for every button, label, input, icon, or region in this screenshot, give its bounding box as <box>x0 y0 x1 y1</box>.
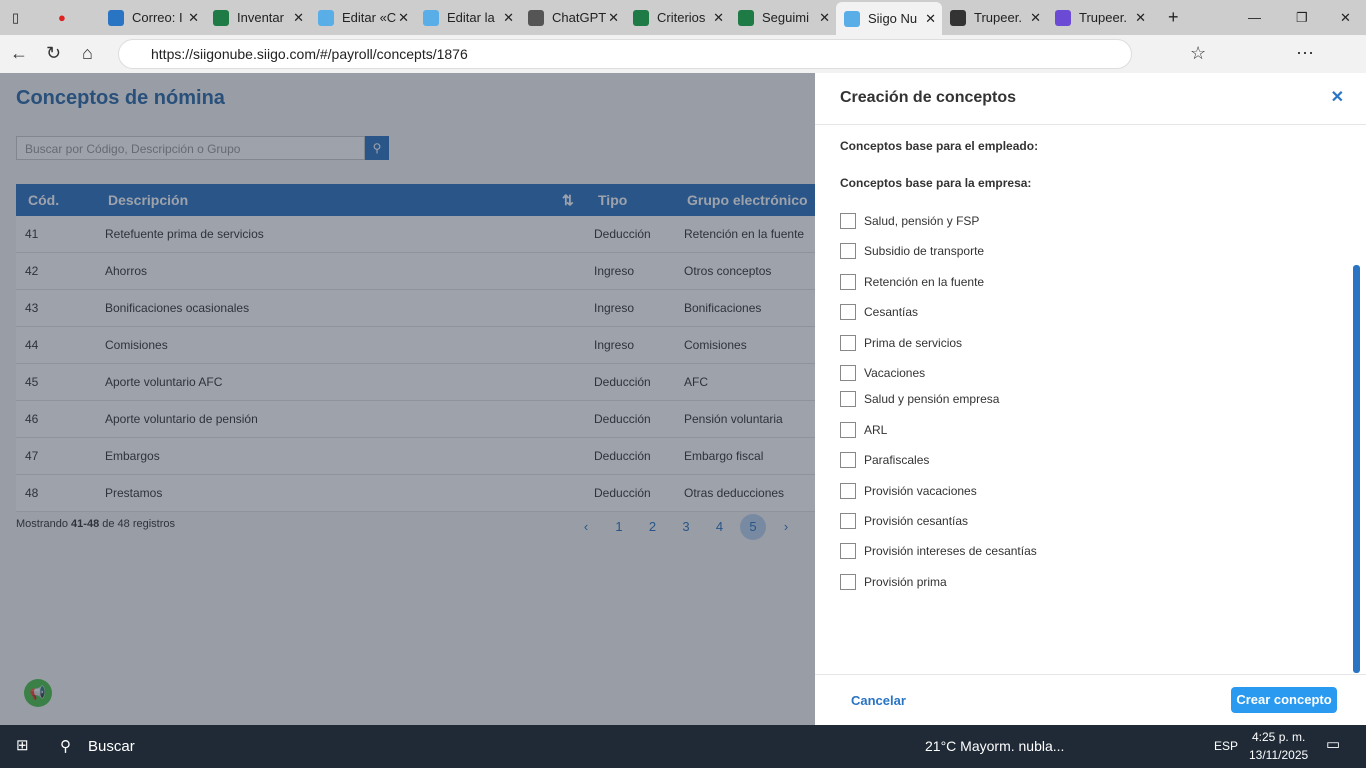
favorites-icon[interactable]: ☆ <box>1190 43 1206 64</box>
checkbox[interactable] <box>840 391 856 407</box>
page: Conceptos de nómina Buscar por Código, D… <box>0 73 1366 725</box>
close-tab-icon[interactable]: ✕ <box>713 10 724 26</box>
notifications-icon[interactable]: ▭ <box>1326 735 1340 753</box>
checkbox[interactable] <box>840 422 856 438</box>
concept-checkbox[interactable]: Cesantías <box>840 304 918 320</box>
home-icon[interactable]: ⌂ <box>82 43 93 64</box>
checkbox[interactable] <box>840 574 856 590</box>
clock-time[interactable]: 4:25 p. m. <box>1252 730 1305 744</box>
browser-tab[interactable]: Siigo Nu ✕ <box>836 2 942 35</box>
refresh-icon[interactable]: ↻ <box>46 43 61 64</box>
tab-favicon-icon <box>633 9 649 26</box>
back-icon[interactable]: ← <box>10 43 28 64</box>
close-tab-icon[interactable]: ✕ <box>503 10 514 26</box>
record-icon[interactable]: ● <box>50 4 66 31</box>
close-tab-icon[interactable]: ✕ <box>398 10 409 26</box>
concepts-list: Conceptos de nómina Buscar por Código, D… <box>0 73 816 725</box>
create-concept-panel: Creación de conceptos ✕ Conceptos base p… <box>815 73 1366 725</box>
concept-checkbox[interactable]: ARL <box>840 422 887 438</box>
tab-favicon-icon <box>423 9 439 26</box>
modal-overlay[interactable] <box>0 73 815 725</box>
address-bar-row: ← ↻ ⌂ https://siigonube.siigo.com/#/payr… <box>0 35 1366 73</box>
company-label: Conceptos base para la empresa: <box>840 176 1032 190</box>
new-tab-icon[interactable]: + <box>1160 4 1179 31</box>
browser-tab[interactable]: Trupeer. ✕ <box>1047 4 1152 31</box>
tab-favicon-icon <box>738 9 754 26</box>
browser-tab[interactable]: Correo: I ✕ <box>100 4 205 31</box>
browser-tab[interactable]: ChatGPT ✕ <box>520 4 625 31</box>
close-tab-icon[interactable]: ✕ <box>1030 10 1041 26</box>
concept-checkbox[interactable]: Provisión intereses de cesantías <box>840 543 1037 559</box>
search-icon[interactable]: ⚲ <box>60 737 71 755</box>
checkbox[interactable] <box>840 274 856 290</box>
weather[interactable]: 21°C Mayorm. nubla... <box>925 738 1064 754</box>
checkbox[interactable] <box>840 304 856 320</box>
tab-favicon-icon <box>1055 9 1071 26</box>
windows-start-icon[interactable]: ⊞ <box>16 736 29 754</box>
tab-favicon-icon <box>844 10 860 27</box>
browser-tab[interactable]: Trupeer. ✕ <box>942 4 1047 31</box>
concept-checkbox[interactable]: Salud y pensión empresa <box>840 391 999 407</box>
close-tab-icon[interactable]: ✕ <box>188 10 199 26</box>
tab-actions-icon[interactable]: ▯ <box>4 4 19 31</box>
concept-checkbox[interactable]: Provisión prima <box>840 574 947 590</box>
create-concept-button[interactable]: Crear concepto <box>1231 687 1337 713</box>
browser-tab[interactable]: Seguimi ✕ <box>730 4 836 31</box>
checkbox[interactable] <box>840 513 856 529</box>
panel-title: Creación de conceptos <box>840 89 1017 106</box>
close-window-icon[interactable]: ✕ <box>1332 4 1351 31</box>
close-tab-icon[interactable]: ✕ <box>925 11 936 27</box>
close-tab-icon[interactable]: ✕ <box>819 10 830 26</box>
tab-favicon-icon <box>950 9 966 26</box>
concept-checkbox[interactable]: Salud, pensión y FSP <box>840 213 979 229</box>
divider <box>815 124 1366 125</box>
taskbar-search[interactable]: Buscar <box>88 738 135 755</box>
checkbox[interactable] <box>840 452 856 468</box>
checkbox[interactable] <box>840 213 856 229</box>
close-icon[interactable]: ✕ <box>1331 87 1344 107</box>
browser-tab[interactable]: Editar la ✕ <box>415 4 520 31</box>
tab-favicon-icon <box>213 9 229 26</box>
concept-checkbox[interactable]: Subsidio de transporte <box>840 243 984 259</box>
concept-checkbox[interactable]: Parafiscales <box>840 452 929 468</box>
concept-checkbox[interactable]: Provisión cesantías <box>840 513 968 529</box>
concept-checkbox[interactable]: Prima de servicios <box>840 335 962 351</box>
minimize-icon[interactable]: — <box>1240 4 1261 31</box>
tab-favicon-icon <box>318 9 334 26</box>
checkbox[interactable] <box>840 243 856 259</box>
close-tab-icon[interactable]: ✕ <box>608 10 619 26</box>
browser-tab[interactable]: Inventar ✕ <box>205 4 310 31</box>
browser-tab[interactable]: Criterios ✕ <box>625 4 730 31</box>
maximize-icon[interactable]: ❐ <box>1288 4 1308 31</box>
employee-label: Conceptos base para el empleado: <box>840 139 1039 153</box>
cancel-button[interactable]: Cancelar <box>851 693 906 708</box>
scrollbar[interactable] <box>1353 265 1360 673</box>
panel-footer: Cancelar Crear concepto <box>815 674 1366 725</box>
tab-favicon-icon <box>528 9 544 26</box>
browser-tab-bar: ▯ ● Correo: I ✕ Inventar ✕ Editar «C ✕ Editar la… <box>0 0 1366 35</box>
checkbox[interactable] <box>840 483 856 499</box>
concept-checkbox[interactable]: Retención en la fuente <box>840 274 984 290</box>
close-tab-icon[interactable]: ✕ <box>293 10 304 26</box>
clock-date[interactable]: 13/11/2025 <box>1249 748 1308 762</box>
taskbar: ⊞ ⚲ Buscar 21°C Mayorm. nubla... ESP 4:2… <box>0 725 1366 768</box>
close-tab-icon[interactable]: ✕ <box>1135 10 1146 26</box>
more-icon[interactable]: ⋯ <box>1296 43 1314 64</box>
concept-checkbox[interactable]: Provisión vacaciones <box>840 483 977 499</box>
checkbox[interactable] <box>840 365 856 381</box>
checkbox[interactable] <box>840 543 856 559</box>
concept-checkbox[interactable]: Vacaciones <box>840 365 925 381</box>
checkbox[interactable] <box>840 335 856 351</box>
browser-tab[interactable]: Editar «C ✕ <box>310 4 415 31</box>
language[interactable]: ESP <box>1214 739 1238 753</box>
url-input[interactable]: https://siigonube.siigo.com/#/payroll/co… <box>118 39 1132 69</box>
tab-favicon-icon <box>108 9 124 26</box>
